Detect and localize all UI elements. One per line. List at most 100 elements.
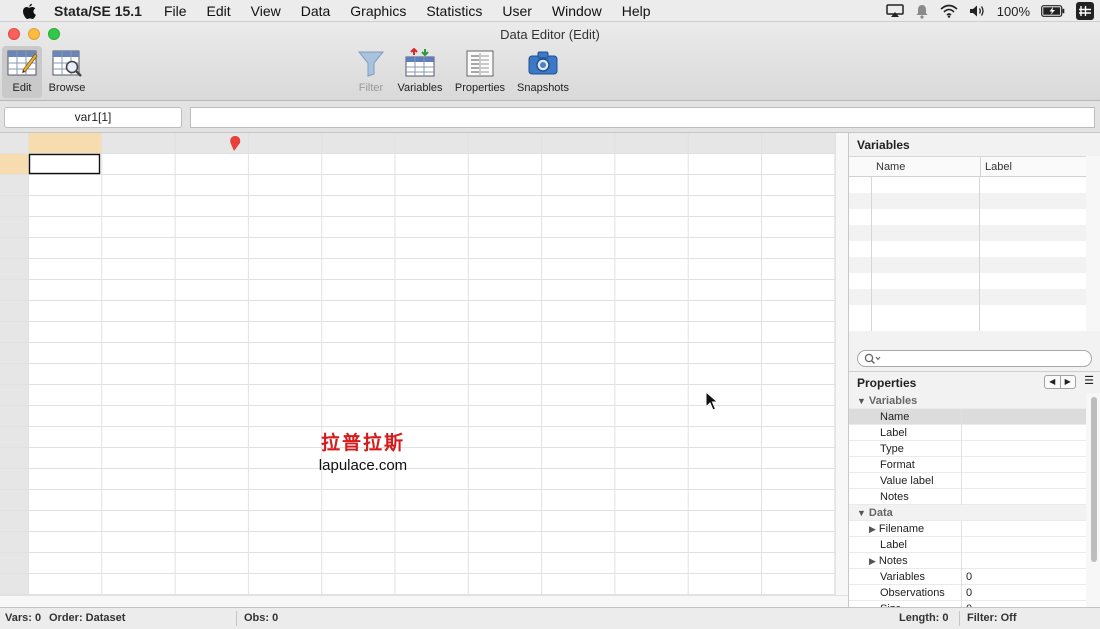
- cell-value-input[interactable]: [190, 107, 1095, 128]
- properties-button[interactable]: Properties: [451, 46, 509, 94]
- column-header-label[interactable]: Label: [980, 157, 1012, 177]
- menu-graphics[interactable]: Graphics: [350, 3, 406, 19]
- battery-icon[interactable]: [1041, 5, 1065, 17]
- property-key-text: Data: [868, 507, 893, 519]
- property-value[interactable]: 0: [966, 569, 972, 585]
- variables-table-row[interactable]: [849, 289, 1086, 305]
- property-separator: [961, 441, 962, 457]
- properties-scroll-thumb[interactable]: [1091, 397, 1097, 562]
- property-group-label: ▼ Variables: [857, 393, 917, 409]
- property-row[interactable]: ▶ Filename: [849, 521, 1086, 537]
- menu-file[interactable]: File: [164, 3, 187, 19]
- menu-data[interactable]: Data: [301, 3, 331, 19]
- property-key-text: Variables: [868, 395, 918, 407]
- filter-funnel-icon: [354, 46, 388, 80]
- variables-table-row[interactable]: [849, 305, 1086, 321]
- property-row[interactable]: Format: [849, 457, 1086, 473]
- property-separator: [961, 537, 962, 553]
- property-row[interactable]: Label: [849, 537, 1086, 553]
- input-method-icon[interactable]: [1076, 2, 1094, 20]
- variables-table-row[interactable]: [849, 257, 1086, 273]
- property-key: Notes: [880, 489, 909, 505]
- property-key: Type: [880, 441, 904, 457]
- property-separator: [961, 585, 962, 601]
- volume-icon[interactable]: [969, 4, 986, 18]
- property-value[interactable]: 0: [966, 585, 972, 601]
- variables-table-row[interactable]: [849, 225, 1086, 241]
- disclosure-open-icon[interactable]: ▼: [857, 396, 866, 406]
- property-row[interactable]: ▼ Variables: [849, 393, 1086, 409]
- battery-percentage: 100%: [996, 3, 1030, 19]
- property-row[interactable]: Variables 0: [849, 569, 1086, 585]
- property-row[interactable]: Name: [849, 409, 1086, 425]
- property-key-text: Type: [880, 443, 904, 455]
- edit-mode-button[interactable]: Edit: [2, 46, 42, 98]
- property-key-text: Label: [880, 427, 907, 439]
- disclosure-open-icon[interactable]: ▼: [857, 508, 866, 518]
- property-row[interactable]: Notes: [849, 489, 1086, 505]
- data-grid[interactable]: [0, 133, 835, 595]
- status-filter: Filter: Off: [967, 612, 1017, 624]
- apple-icon[interactable]: [20, 2, 38, 20]
- variable-search-input[interactable]: [857, 350, 1092, 367]
- notification-bell-icon[interactable]: [915, 4, 929, 19]
- mouse-pointer-icon: [705, 391, 719, 411]
- filter-button[interactable]: Filter: [354, 46, 388, 94]
- menu-edit[interactable]: Edit: [207, 3, 231, 19]
- grid-vertical-scrollbar[interactable]: [835, 133, 848, 607]
- property-separator: [961, 473, 962, 489]
- variables-panel-title: Variables: [857, 138, 910, 152]
- variables-table-row[interactable]: [849, 241, 1086, 257]
- wifi-icon[interactable]: [940, 4, 958, 18]
- menu-help[interactable]: Help: [622, 3, 651, 19]
- cell-reference-box[interactable]: var1[1]: [4, 107, 182, 128]
- property-group-label: ▼ Data: [857, 505, 893, 521]
- status-obs: Obs: 0: [244, 612, 279, 624]
- app-menu[interactable]: Stata/SE 15.1: [54, 3, 142, 19]
- variables-scrollbar[interactable]: [1086, 156, 1100, 331]
- browse-grid-icon: [46, 46, 88, 80]
- variables-table-row[interactable]: [849, 177, 1086, 193]
- variables-button[interactable]: Variables: [394, 46, 446, 94]
- property-key: Observations: [880, 585, 945, 601]
- property-row[interactable]: Label: [849, 425, 1086, 441]
- disclosure-closed-icon[interactable]: ▶: [869, 524, 876, 534]
- menu-window[interactable]: Window: [552, 3, 602, 19]
- property-key: ▶ Filename: [869, 521, 924, 537]
- property-row[interactable]: Type: [849, 441, 1086, 457]
- menu-statistics[interactable]: Statistics: [426, 3, 482, 19]
- menu-view[interactable]: View: [251, 3, 281, 19]
- edit-label: Edit: [12, 82, 32, 94]
- variables-table[interactable]: Name Label: [849, 156, 1086, 331]
- variables-table-row[interactable]: [849, 209, 1086, 225]
- browse-mode-button[interactable]: Browse: [46, 46, 88, 94]
- properties-table[interactable]: ▼ Variables Name Label Type Format Value label…: [849, 393, 1086, 607]
- data-grid-cells[interactable]: [0, 133, 835, 595]
- property-row[interactable]: ▶ Notes: [849, 553, 1086, 569]
- cell-reference-bar: var1[1]: [0, 101, 1100, 133]
- previous-arrow-icon[interactable]: ◀: [1045, 376, 1061, 388]
- status-vars: Vars: 0: [5, 612, 42, 624]
- search-icon: [864, 353, 881, 364]
- next-arrow-icon[interactable]: ▶: [1061, 376, 1076, 388]
- disclosure-closed-icon[interactable]: ▶: [869, 556, 876, 566]
- column-header-name[interactable]: Name: [872, 157, 905, 177]
- filter-label: Filter: [358, 82, 384, 94]
- property-row[interactable]: ▼ Data: [849, 505, 1086, 521]
- menu-user[interactable]: User: [502, 3, 532, 19]
- property-separator: [961, 409, 962, 425]
- edit-grid-icon: [2, 46, 42, 80]
- browse-label: Browse: [48, 82, 86, 94]
- property-row[interactable]: Observations 0: [849, 585, 1086, 601]
- snapshots-button[interactable]: Snapshots: [514, 46, 572, 94]
- properties-scrollbar[interactable]: [1086, 393, 1100, 607]
- variables-table-row[interactable]: [849, 273, 1086, 289]
- airplay-icon[interactable]: [886, 4, 904, 18]
- property-row[interactable]: Value label: [849, 473, 1086, 489]
- variables-table-row[interactable]: [849, 193, 1086, 209]
- property-key: Format: [880, 457, 915, 473]
- grid-horizontal-scrollbar[interactable]: [0, 595, 848, 607]
- properties-menu-icon[interactable]: ☰: [1082, 375, 1096, 389]
- status-bar: Vars: 0 Order: Dataset Obs: 0 Length: 0 …: [0, 607, 1100, 629]
- property-separator: [961, 425, 962, 441]
